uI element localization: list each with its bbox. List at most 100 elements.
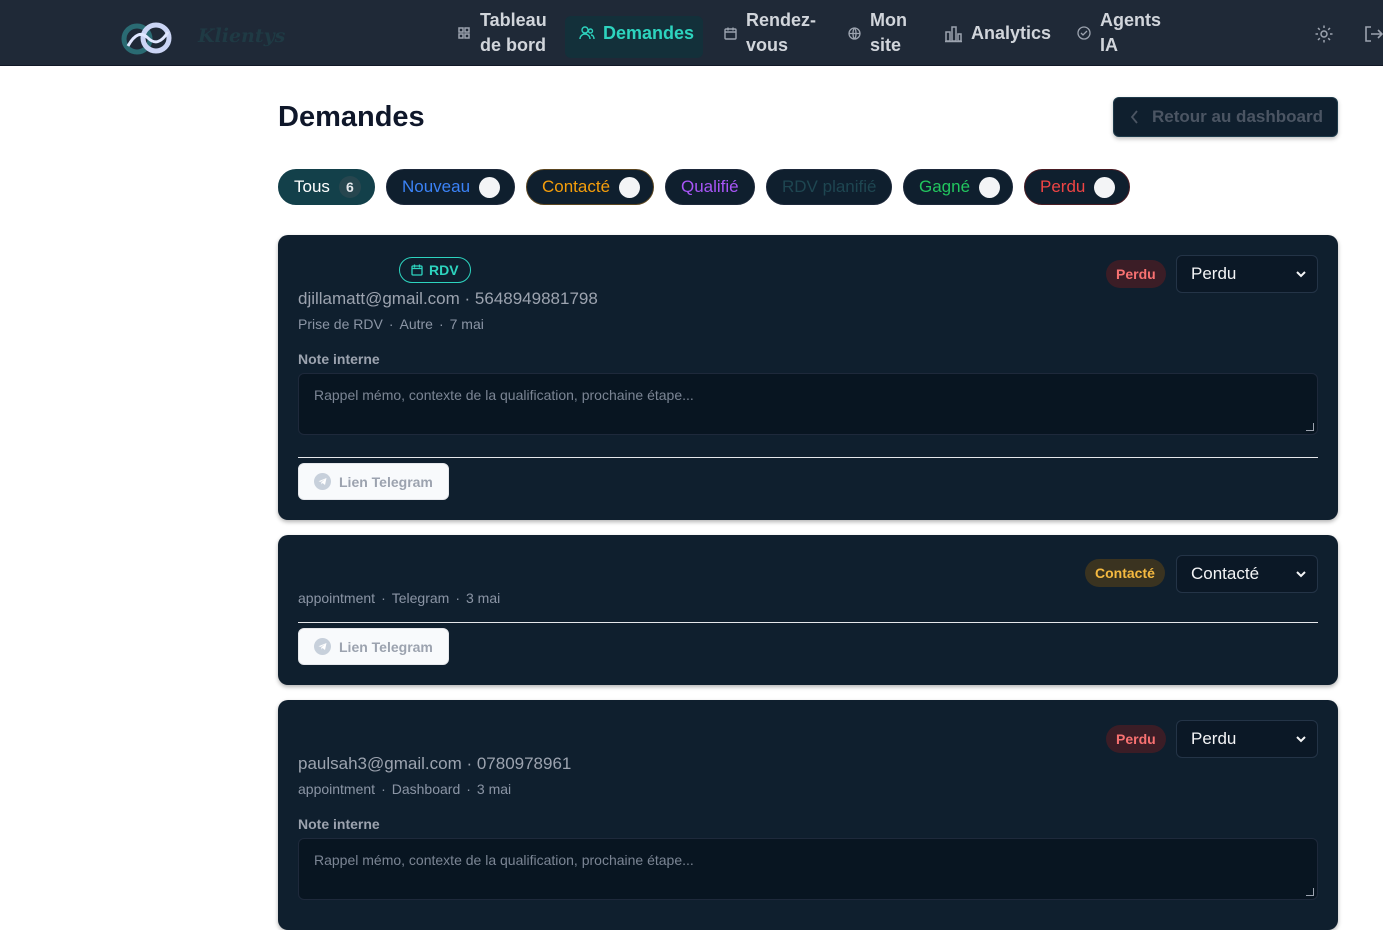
request-meta: Prise de RDV · Autre · 7 mai — [298, 316, 484, 332]
telegram-icon — [314, 473, 331, 490]
request-meta: appointment · Telegram · 3 mai — [298, 590, 501, 606]
back-to-dashboard-button[interactable]: Retour au dashboard — [1113, 97, 1338, 137]
status-select[interactable]: Contacté — [1176, 555, 1318, 593]
brand-logo[interactable] — [118, 18, 178, 58]
nav-rendez-vous[interactable]: Rendez-vous — [722, 0, 816, 66]
telegram-button-label: Lien Telegram — [339, 638, 433, 655]
request-date: 7 mai — [449, 316, 484, 332]
status-select-value: Perdu — [1191, 264, 1237, 283]
request-channel: Telegram — [391, 590, 450, 606]
grid-icon — [456, 25, 472, 41]
back-button-label: Retour au dashboard — [1152, 107, 1323, 126]
filter-count-badge: 6 — [338, 176, 361, 198]
request-source: appointment — [298, 590, 376, 606]
rdv-badge: RDV — [399, 257, 471, 283]
request-source: Prise de RDV — [298, 316, 383, 332]
users-icon — [579, 25, 595, 41]
bar-chart-icon — [944, 24, 963, 43]
filter-label: RDV planifié — [782, 177, 877, 196]
nav-mon-site[interactable]: Mon site — [846, 0, 907, 66]
filter-qualifie[interactable]: Qualifié — [665, 169, 755, 205]
card-divider — [298, 622, 1318, 623]
filter-perdu[interactable]: Perdu — [1024, 169, 1130, 205]
status-select-value: Contacté — [1191, 564, 1260, 583]
nav-label: Mon — [870, 10, 907, 30]
top-navbar: Klientys Tableau de bord Demandes Rendez-… — [0, 0, 1383, 66]
filter-label: Qualifié — [681, 177, 739, 196]
nav-label: Rendez- — [746, 10, 817, 30]
request-meta: appointment · Dashboard · 3 mai — [298, 781, 512, 797]
nav-tableau-de-bord[interactable]: Tableau de bord — [456, 0, 547, 66]
filter-label: Gagné — [919, 177, 971, 196]
page-title: Demandes — [278, 101, 425, 133]
nav-label: site — [870, 35, 902, 55]
resize-handle-icon[interactable] — [1306, 423, 1314, 431]
nav-label: Tableau — [480, 10, 547, 30]
calendar-icon — [411, 264, 423, 276]
status-select[interactable]: Perdu — [1176, 255, 1318, 293]
status-select[interactable]: Perdu — [1176, 720, 1318, 758]
request-card: appointment · Telegram · 3 mai Contacté Cont… — [278, 535, 1338, 685]
request-channel: Dashboard — [391, 781, 461, 797]
telegram-icon — [314, 638, 331, 655]
gear-icon[interactable] — [1314, 24, 1334, 44]
request-card: paulsah3@gmail.com · 0780978961 appointm… — [278, 700, 1338, 930]
filter-contacte[interactable]: Contacté — [526, 169, 654, 205]
nav-agents-ia[interactable]: Agents IA — [1076, 0, 1161, 66]
request-name-placeholder — [298, 261, 303, 281]
filter-rdv-planifie[interactable]: RDV planifié — [766, 169, 892, 205]
chevron-left-icon — [1130, 110, 1140, 124]
chevron-down-icon — [1295, 268, 1307, 280]
nav-analytics[interactable]: Analytics — [944, 0, 1051, 66]
nav-label: vous — [746, 35, 789, 55]
telegram-link-button[interactable]: Lien Telegram — [298, 463, 449, 500]
request-contact: djillamatt@gmail.com · 5648949881798 — [298, 289, 598, 308]
request-name-placeholder — [298, 726, 303, 746]
filter-label: Nouveau — [402, 177, 471, 196]
nav-label: de bord — [480, 35, 546, 55]
nav-label: Agents — [1100, 10, 1162, 30]
request-contact: paulsah3@gmail.com · 0780978961 — [298, 754, 572, 773]
nav-label: Analytics — [971, 22, 1052, 43]
brand-name[interactable]: Klientys — [198, 25, 285, 47]
request-name-placeholder — [298, 561, 303, 581]
request-date: 3 mai — [476, 781, 512, 797]
card-divider — [298, 457, 1318, 458]
filter-dot — [479, 176, 501, 198]
filter-dot — [619, 176, 641, 198]
chevron-down-icon — [1295, 568, 1307, 580]
filter-tous[interactable]: Tous 6 — [278, 169, 375, 205]
nav-label: Demandes — [603, 22, 695, 43]
nav-label: IA — [1100, 35, 1118, 55]
resize-handle-icon[interactable] — [1306, 888, 1314, 896]
telegram-button-label: Lien Telegram — [339, 473, 433, 490]
filter-dot — [979, 176, 1001, 198]
status-badge: Perdu — [1106, 260, 1166, 288]
request-date: 3 mai — [466, 590, 501, 606]
rdv-badge-label: RDV — [429, 262, 459, 278]
filter-label: Contacté — [542, 177, 611, 196]
note-label: Note interne — [298, 816, 380, 832]
status-badge: Contacté — [1085, 559, 1165, 587]
bot-icon — [1076, 25, 1092, 41]
filter-gagne[interactable]: Gagné — [903, 169, 1013, 205]
logout-icon[interactable] — [1363, 24, 1383, 44]
request-source: appointment — [298, 781, 376, 797]
status-badge: Perdu — [1106, 725, 1166, 753]
request-card: RDV djillamatt@gmail.com · 5648949881798… — [278, 235, 1338, 520]
note-placeholder: Rappel mémo, contexte de la qualificatio… — [314, 852, 694, 868]
telegram-link-button[interactable]: Lien Telegram — [298, 628, 449, 665]
chevron-down-icon — [1295, 733, 1307, 745]
note-textarea[interactable]: Rappel mémo, contexte de la qualificatio… — [298, 838, 1318, 900]
filter-dot — [1094, 176, 1116, 198]
globe-icon — [846, 25, 862, 41]
note-placeholder: Rappel mémo, contexte de la qualificatio… — [314, 387, 694, 403]
nav-demandes[interactable]: Demandes — [565, 0, 703, 66]
note-textarea[interactable]: Rappel mémo, contexte de la qualificatio… — [298, 373, 1318, 435]
note-label: Note interne — [298, 351, 380, 367]
filter-label: Perdu — [1040, 177, 1086, 196]
filter-label: Tous — [294, 177, 330, 196]
status-select-value: Perdu — [1191, 729, 1237, 748]
calendar-icon — [722, 25, 738, 41]
filter-nouveau[interactable]: Nouveau — [386, 169, 515, 205]
